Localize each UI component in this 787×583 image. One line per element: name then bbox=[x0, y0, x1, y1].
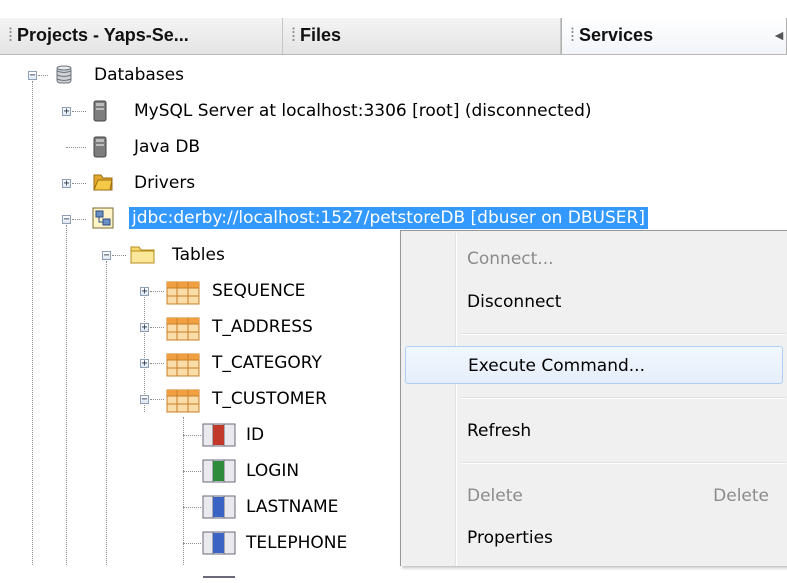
tab-projects[interactable]: ⁞ Projects - Yaps-Se... bbox=[0, 18, 283, 54]
tree-guide-line bbox=[106, 261, 107, 565]
tree-node-connection[interactable]: jdbc:derby://localhost:1527/petstoreDB [… bbox=[129, 207, 648, 229]
connection-icon bbox=[92, 207, 114, 234]
database-icon bbox=[56, 65, 72, 90]
collapse-toggle-icon[interactable]: − bbox=[102, 251, 111, 261]
menu-item-connect[interactable]: Connect... bbox=[405, 240, 783, 278]
tree-node-table[interactable]: T_CATEGORY bbox=[212, 352, 322, 374]
menu-item-disconnect[interactable]: Disconnect bbox=[405, 283, 783, 321]
expand-toggle-icon[interactable]: + bbox=[140, 359, 149, 369]
table-icon bbox=[166, 389, 200, 418]
menu-item-shortcut: Delete bbox=[713, 486, 769, 506]
tree-node-column[interactable]: ID bbox=[246, 424, 264, 446]
tab-services-label: Services bbox=[579, 25, 654, 45]
tree-node-column[interactable]: LASTNAME bbox=[246, 496, 338, 518]
tab-services[interactable]: ⁞ Services ◄ bbox=[561, 18, 787, 54]
expand-toggle-icon[interactable]: + bbox=[140, 323, 149, 333]
menu-separator bbox=[461, 333, 786, 335]
expand-toggle-icon[interactable]: + bbox=[62, 107, 71, 117]
column-icon bbox=[202, 563, 236, 583]
tree-connector bbox=[183, 507, 201, 508]
tree-connector bbox=[150, 399, 164, 400]
window-top-strip bbox=[0, 0, 787, 18]
drag-grip-icon: ⁞ bbox=[8, 25, 14, 45]
table-icon bbox=[166, 317, 200, 346]
tree-node-table[interactable]: SEQUENCE bbox=[212, 280, 305, 302]
tree-node-table[interactable]: T_CUSTOMER bbox=[212, 388, 327, 410]
tab-files-label: Files bbox=[300, 25, 342, 45]
menu-separator bbox=[461, 397, 786, 399]
drag-grip-icon: ⁞ bbox=[570, 25, 576, 45]
panel-tab-bar: ⁞ Projects - Yaps-Se... ⁞ Files ⁞ Services … bbox=[0, 18, 787, 55]
menu-item-label: Connect... bbox=[467, 249, 554, 269]
tab-projects-label: Projects - Yaps-Se... bbox=[17, 25, 189, 45]
table-icon bbox=[166, 353, 200, 382]
tab-files[interactable]: ⁞ Files bbox=[283, 18, 561, 54]
menu-item-properties[interactable]: Properties bbox=[405, 519, 783, 557]
tree-connector bbox=[112, 255, 126, 256]
tree-guide-line bbox=[66, 225, 67, 565]
tree-connector bbox=[38, 75, 48, 76]
menu-item-delete[interactable]: Delete Delete bbox=[405, 477, 783, 515]
column-icon bbox=[202, 531, 236, 560]
tree-connector bbox=[66, 147, 86, 148]
server-icon bbox=[92, 136, 108, 163]
menu-item-label: Properties bbox=[467, 528, 553, 548]
collapse-toggle-icon[interactable]: − bbox=[140, 395, 149, 405]
column-icon bbox=[202, 459, 236, 488]
collapse-toggle-icon[interactable]: − bbox=[28, 71, 37, 81]
tree-connector bbox=[183, 435, 201, 436]
tab-scroll-left-icon[interactable]: ◄ bbox=[772, 18, 786, 53]
tree-connector bbox=[183, 471, 201, 472]
expand-toggle-icon[interactable]: + bbox=[62, 179, 71, 189]
tree-connector bbox=[72, 111, 86, 112]
tree-node-drivers[interactable]: Drivers bbox=[134, 172, 195, 194]
menu-item-refresh[interactable]: Refresh bbox=[405, 412, 783, 450]
tree-node-tables[interactable]: Tables bbox=[172, 244, 225, 266]
tree-node-table[interactable]: T_ADDRESS bbox=[212, 316, 313, 338]
tree-node-column[interactable]: LOGIN bbox=[246, 460, 299, 482]
table-icon bbox=[166, 281, 200, 310]
drivers-folder-icon bbox=[92, 171, 114, 198]
menu-item-label: Disconnect bbox=[467, 292, 562, 312]
tree-node-mysql-server[interactable]: MySQL Server at localhost:3306 [root] (d… bbox=[134, 100, 592, 122]
tree-connector bbox=[150, 327, 164, 328]
tree-connector bbox=[150, 363, 164, 364]
folder-icon bbox=[130, 243, 156, 270]
expand-toggle-icon[interactable]: + bbox=[140, 287, 149, 297]
tree-connector bbox=[183, 543, 201, 544]
server-icon bbox=[92, 100, 108, 127]
menu-separator bbox=[461, 462, 786, 464]
menu-item-label: Execute Command... bbox=[468, 356, 645, 376]
menu-item-execute-command[interactable]: Execute Command... bbox=[405, 346, 783, 384]
primary-key-column-icon bbox=[202, 423, 236, 452]
menu-item-label: Refresh bbox=[467, 421, 532, 441]
tree-node-column[interactable]: TELEPHONE bbox=[246, 532, 347, 554]
column-icon bbox=[202, 495, 236, 524]
tree-node-java-db[interactable]: Java DB bbox=[134, 136, 200, 158]
tree-guide-line bbox=[32, 81, 33, 565]
tree-connector bbox=[72, 183, 86, 184]
tree-connector bbox=[72, 219, 86, 220]
tree-node-databases[interactable]: Databases bbox=[94, 64, 184, 86]
context-menu: Connect... Disconnect Execute Command...… bbox=[400, 230, 787, 566]
drag-grip-icon: ⁞ bbox=[291, 25, 297, 45]
tree-connector bbox=[150, 291, 164, 292]
collapse-toggle-icon[interactable]: − bbox=[62, 215, 71, 225]
menu-item-label: Delete bbox=[467, 486, 523, 506]
